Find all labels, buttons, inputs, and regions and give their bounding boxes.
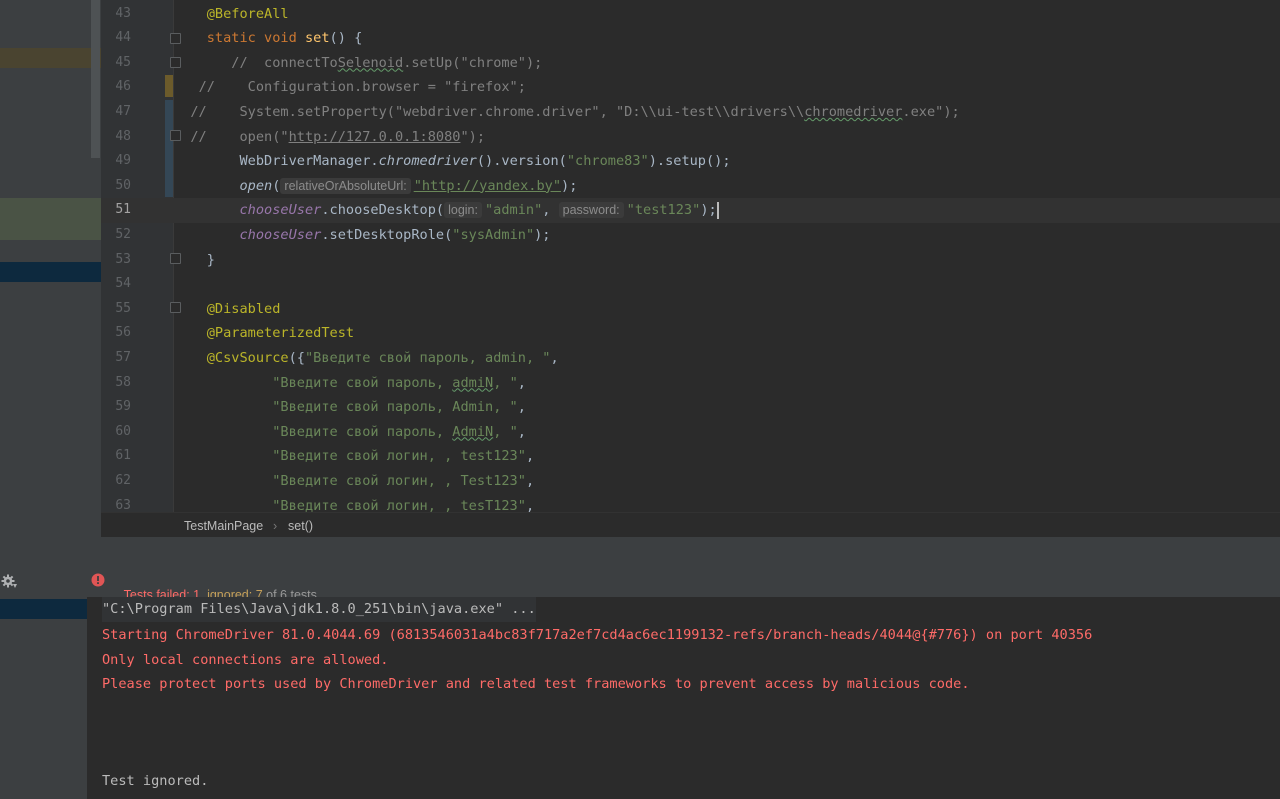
selected-file-highlight[interactable] xyxy=(0,262,101,282)
code-line[interactable]: 49 WebDriverManager.chromedriver().versi… xyxy=(101,149,1280,174)
code-text[interactable]: "Введите свой пароль, AdmiN, ", xyxy=(174,420,526,445)
code-editor[interactable]: 43 @BeforeAll 44 static void set() {45 //… xyxy=(101,0,1280,512)
code-line[interactable]: 51 chooseUser.chooseDesktop(login: "admin… xyxy=(101,198,1280,223)
console-line: Only local connections are allowed. xyxy=(102,651,389,668)
fold-marker-icon[interactable] xyxy=(170,302,181,313)
code-line[interactable]: 43 @BeforeAll xyxy=(101,2,1280,27)
code-text[interactable]: @Disabled xyxy=(174,297,281,322)
console-line: Starting ChromeDriver 81.0.4044.69 (6813… xyxy=(102,627,1093,643)
fold-marker-icon[interactable] xyxy=(170,253,181,264)
console-line: "C:\Program Files\Java\jdk1.8.0_251\bin\… xyxy=(102,597,536,622)
code-text[interactable]: "Введите свой пароль, admiN, ", xyxy=(174,371,526,396)
code-line[interactable]: 52 chooseUser.setDesktopRole("sysAdmin")… xyxy=(101,223,1280,248)
breadcrumb-method[interactable]: set() xyxy=(288,519,313,533)
code-line[interactable]: 55 @Disabled xyxy=(101,297,1280,322)
code-line[interactable]: 46 // Configuration.browser = "firefox"; xyxy=(101,75,1280,100)
code-line[interactable]: 50 open(relativeOrAbsoluteUrl: "http://ya… xyxy=(101,174,1280,199)
code-text[interactable]: @ParameterizedTest xyxy=(174,321,354,346)
line-number: 46 xyxy=(115,79,131,95)
code-text[interactable]: "Введите свой пароль, Admin, ", xyxy=(174,395,526,420)
line-number: 50 xyxy=(115,177,131,193)
code-line[interactable]: 60 "Введите свой пароль, AdmiN, ", xyxy=(101,420,1280,445)
line-number: 58 xyxy=(115,374,131,390)
code-text[interactable]: "Введите свой логин, , test123", xyxy=(174,444,534,469)
line-number: 45 xyxy=(115,54,131,70)
project-scrollbar[interactable] xyxy=(91,0,100,158)
line-number: 60 xyxy=(115,423,131,439)
vcs-modified-marker[interactable] xyxy=(165,75,173,97)
line-number: 47 xyxy=(115,103,131,119)
line-number: 43 xyxy=(115,5,131,21)
code-line[interactable]: 58 "Введите свой пароль, admiN, ", xyxy=(101,371,1280,396)
fold-marker-icon[interactable] xyxy=(170,57,181,68)
code-text[interactable]: @CsvSource({"Введите свой пароль, admin,… xyxy=(174,346,559,371)
code-line[interactable]: 47 // System.setProperty("webdriver.chro… xyxy=(101,100,1280,125)
code-text[interactable]: open(relativeOrAbsoluteUrl: "http://yande… xyxy=(174,174,577,199)
error-icon xyxy=(91,573,105,587)
code-line[interactable]: 56 @ParameterizedTest xyxy=(101,321,1280,346)
code-line[interactable]: 54 xyxy=(101,272,1280,297)
code-text[interactable]: @BeforeAll xyxy=(174,2,289,27)
code-text[interactable]: // Configuration.browser = "firefox"; xyxy=(174,75,526,100)
line-number: 61 xyxy=(115,448,131,464)
code-line[interactable]: 57 @CsvSource({"Введите свой пароль, adm… xyxy=(101,346,1280,371)
console-line: Please protect ports used by ChromeDrive… xyxy=(102,676,970,692)
line-number: 59 xyxy=(115,399,131,415)
tool-window-divider[interactable] xyxy=(0,537,1280,545)
line-number: 63 xyxy=(115,497,131,513)
code-text[interactable]: // connectToSelenoid.setUp("chrome"); xyxy=(174,51,542,76)
test-tree-panel xyxy=(0,598,87,799)
code-line[interactable]: 63 "Введите свой логин, , tesT123", xyxy=(101,494,1280,513)
code-text[interactable]: static void set() { xyxy=(174,26,363,51)
vcs-modified-marker[interactable] xyxy=(165,100,173,197)
bookmark-highlight xyxy=(0,48,101,68)
code-text[interactable]: // System.setProperty("webdriver.chrome.… xyxy=(174,100,959,125)
code-line[interactable]: 53 } xyxy=(101,248,1280,273)
test-tree-selected-item[interactable] xyxy=(0,599,87,619)
line-number: 54 xyxy=(115,276,131,292)
breadcrumb-separator: › xyxy=(273,519,278,533)
code-text[interactable]: chooseUser.setDesktopRole("sysAdmin"); xyxy=(174,223,550,248)
line-number: 55 xyxy=(115,300,131,316)
code-line[interactable]: 59 "Введите свой пароль, Admin, ", xyxy=(101,395,1280,420)
line-number: 51 xyxy=(115,202,131,218)
line-number: 52 xyxy=(115,226,131,242)
line-number: 48 xyxy=(115,128,131,144)
line-number: 53 xyxy=(115,251,131,267)
test-status-bar: Tests failed: 1, ignored: 7 of 6 tests xyxy=(87,567,1280,602)
line-number: 44 xyxy=(115,30,131,46)
code-line[interactable]: 44 static void set() { xyxy=(101,26,1280,51)
code-line[interactable]: 62 "Введите свой логин, , Test123", xyxy=(101,469,1280,494)
code-text[interactable]: chooseUser.chooseDesktop(login: "admin", … xyxy=(174,198,719,223)
line-number: 57 xyxy=(115,349,131,365)
code-text[interactable]: WebDriverManager.chromedriver().version(… xyxy=(174,149,730,174)
gear-icon[interactable] xyxy=(0,572,18,594)
code-line[interactable]: 61 "Введите свой логин, , test123", xyxy=(101,444,1280,469)
code-text[interactable]: "Введите свой логин, , Test123", xyxy=(174,469,534,494)
code-line[interactable]: 48 // open("http://127.0.0.1:8080"); xyxy=(101,125,1280,150)
breadcrumb: TestMainPage › set() xyxy=(101,512,1280,538)
project-panel-edge xyxy=(0,0,101,537)
breadcrumb-class[interactable]: TestMainPage xyxy=(184,519,263,533)
console-line: Test ignored. xyxy=(102,773,209,789)
code-text[interactable]: "Введите свой логин, , tesT123", xyxy=(174,494,534,513)
code-text[interactable]: // open("http://127.0.0.1:8080"); xyxy=(174,125,485,150)
line-number: 56 xyxy=(115,325,131,341)
console-output[interactable]: "C:\Program Files\Java\jdk1.8.0_251\bin\… xyxy=(87,597,1280,799)
line-number: 62 xyxy=(115,472,131,488)
fold-marker-icon[interactable] xyxy=(170,130,181,141)
changed-file-highlight xyxy=(0,198,101,240)
code-line[interactable]: 45 // connectToSelenoid.setUp("chrome"); xyxy=(101,51,1280,76)
line-number: 49 xyxy=(115,153,131,169)
fold-marker-icon[interactable] xyxy=(170,33,181,44)
